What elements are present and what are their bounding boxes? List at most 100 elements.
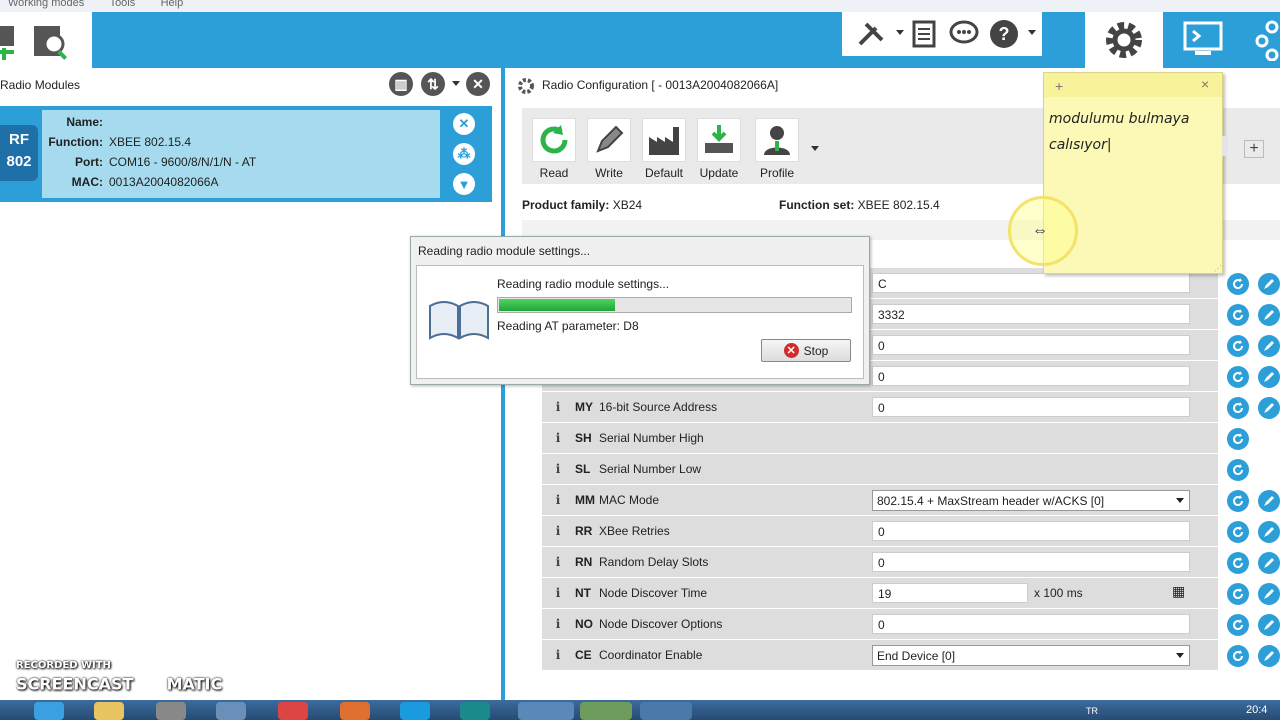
clock[interactable]: 20:4 xyxy=(1246,704,1267,716)
write-param-icon[interactable] xyxy=(1258,614,1280,636)
refresh-param-icon[interactable] xyxy=(1227,583,1249,605)
remove-all-icon[interactable]: ✕ xyxy=(466,72,490,96)
stop-button[interactable]: ✕ Stop xyxy=(761,339,851,362)
add-device-icon[interactable] xyxy=(0,20,20,60)
sticky-add-button[interactable]: + xyxy=(1055,78,1063,94)
radio-configuration-title: Radio Configuration [ - 0013A2004082066A… xyxy=(542,78,779,92)
param-value-input[interactable]: 19 xyxy=(872,583,1028,603)
info-icon[interactable]: i xyxy=(551,400,565,414)
info-icon[interactable]: i xyxy=(551,555,565,569)
write-param-icon[interactable] xyxy=(1258,366,1280,388)
sticky-close-button[interactable]: × xyxy=(1201,76,1209,92)
info-icon[interactable]: i xyxy=(551,586,565,600)
discover-radios-icon[interactable]: ⁂ xyxy=(453,143,475,165)
refresh-param-icon[interactable] xyxy=(1227,614,1249,636)
tools-dropdown-icon[interactable] xyxy=(896,30,904,35)
write-param-icon[interactable] xyxy=(1258,304,1280,326)
param-select[interactable]: 802.15.4 + MaxStream header w/ACKS [0] xyxy=(872,490,1190,511)
param-value-input[interactable]: 0 xyxy=(872,614,1190,634)
update-button[interactable]: Update xyxy=(694,118,744,180)
add-icon[interactable]: + xyxy=(1244,140,1264,158)
sort-dropdown-icon[interactable] xyxy=(452,81,460,86)
screencast-logo-icon xyxy=(138,674,161,696)
refresh-param-icon[interactable] xyxy=(1227,366,1249,388)
book-icon[interactable]: ▥ xyxy=(389,72,413,96)
xctu-task-icon[interactable] xyxy=(640,702,692,720)
info-icon[interactable]: i xyxy=(551,648,565,662)
write-param-icon[interactable] xyxy=(1258,397,1280,419)
refresh-param-icon[interactable] xyxy=(1227,459,1249,481)
profile-button[interactable]: Profile xyxy=(752,118,802,180)
chrome-icon[interactable] xyxy=(278,702,308,720)
menu-tools[interactable]: Tools xyxy=(110,0,136,9)
param-select[interactable]: End Device [0] xyxy=(872,645,1190,666)
consoles-mode-tab[interactable] xyxy=(1178,14,1228,64)
write-param-icon[interactable] xyxy=(1258,645,1280,667)
calculator-icon[interactable]: ▦ xyxy=(1172,583,1185,600)
console-log-icon[interactable] xyxy=(904,14,944,54)
xbee-logo-icon: RF 802 xyxy=(0,125,38,181)
folder-icon[interactable] xyxy=(94,702,124,720)
media-icon[interactable] xyxy=(156,702,186,720)
disconnect-icon[interactable]: ✕ xyxy=(453,113,475,135)
refresh-param-icon[interactable] xyxy=(1227,490,1249,512)
write-param-icon[interactable] xyxy=(1258,521,1280,543)
write-param-icon[interactable] xyxy=(1258,335,1280,357)
ie-icon[interactable] xyxy=(34,702,64,720)
panel-divider[interactable] xyxy=(501,68,505,708)
menu-working-modes[interactable]: Working modes xyxy=(8,0,84,9)
param-value-input[interactable]: 3332 xyxy=(872,304,1190,324)
read-icon xyxy=(540,125,568,154)
sort-icon[interactable]: ⇅ xyxy=(421,72,445,96)
param-description: MAC Mode xyxy=(599,493,660,507)
refresh-param-icon[interactable] xyxy=(1227,273,1249,295)
help-dropdown-icon[interactable] xyxy=(1028,30,1036,35)
info-icon[interactable]: i xyxy=(551,493,565,507)
refresh-param-icon[interactable] xyxy=(1227,645,1249,667)
screencast-task-icon[interactable] xyxy=(518,702,574,720)
param-value-input[interactable]: C xyxy=(872,273,1190,293)
info-icon[interactable]: i xyxy=(551,462,565,476)
arduino-icon[interactable] xyxy=(460,702,490,720)
refresh-param-icon[interactable] xyxy=(1227,521,1249,543)
param-value-input[interactable]: 0 xyxy=(872,521,1190,541)
write-param-icon[interactable] xyxy=(1258,490,1280,512)
write-button[interactable]: Write xyxy=(584,118,634,180)
device-function-row: Function: XBEE 802.15.4 xyxy=(48,135,192,149)
language-indicator[interactable]: TR xyxy=(1086,706,1098,716)
resize-grip-icon[interactable]: ⋰ xyxy=(1214,264,1222,273)
param-value-input[interactable]: 0 xyxy=(872,397,1190,417)
app-icon[interactable] xyxy=(340,702,370,720)
chat-icon[interactable] xyxy=(944,14,984,54)
refresh-param-icon[interactable] xyxy=(1227,552,1249,574)
notes-task-icon[interactable] xyxy=(580,702,632,720)
info-icon[interactable]: i xyxy=(551,524,565,538)
param-value-input[interactable]: 0 xyxy=(872,366,1190,386)
default-button[interactable]: Default xyxy=(639,118,689,180)
help-icon[interactable]: ? xyxy=(984,14,1024,54)
sticky-note-text[interactable]: modulumu bulmaya calısıyor| xyxy=(1049,106,1217,158)
discover-devices-icon[interactable] xyxy=(30,20,74,64)
param-row: i SL Serial Number Low xyxy=(542,454,1218,485)
refresh-param-icon[interactable] xyxy=(1227,397,1249,419)
param-value-input[interactable]: 0 xyxy=(872,552,1190,572)
tools-icon[interactable] xyxy=(852,14,892,54)
box-icon[interactable] xyxy=(216,702,246,720)
configuration-mode-tab[interactable] xyxy=(1085,12,1163,68)
write-param-icon[interactable] xyxy=(1258,273,1280,295)
info-icon[interactable]: i xyxy=(551,431,565,445)
skype-icon[interactable] xyxy=(400,702,430,720)
read-button[interactable]: Read xyxy=(529,118,579,180)
profile-dropdown-icon[interactable] xyxy=(811,146,819,151)
refresh-param-icon[interactable] xyxy=(1227,428,1249,450)
write-param-icon[interactable] xyxy=(1258,552,1280,574)
info-icon[interactable]: i xyxy=(551,617,565,631)
network-mode-tab[interactable] xyxy=(1252,14,1280,64)
expand-icon[interactable]: ▼ xyxy=(453,173,475,195)
menu-help[interactable]: Help xyxy=(161,0,184,9)
refresh-param-icon[interactable] xyxy=(1227,335,1249,357)
param-code: NO xyxy=(575,617,593,631)
refresh-param-icon[interactable] xyxy=(1227,304,1249,326)
write-param-icon[interactable] xyxy=(1258,583,1280,605)
param-value-input[interactable]: 0 xyxy=(872,335,1190,355)
